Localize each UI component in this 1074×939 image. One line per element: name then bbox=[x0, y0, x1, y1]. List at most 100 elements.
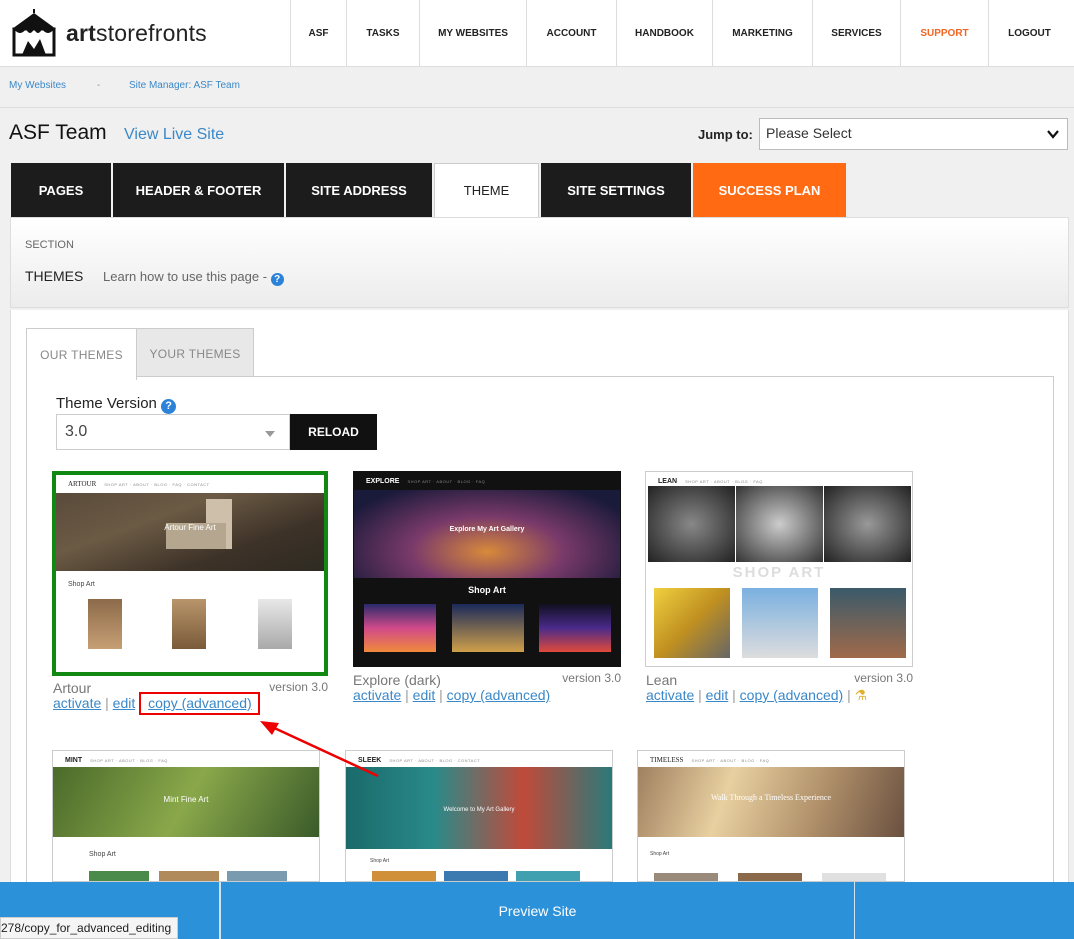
section-header: SECTION THEMES Learn how to use this pag… bbox=[10, 217, 1069, 308]
thumb-brand: ARTOUR bbox=[68, 480, 97, 488]
site-manager-tabs: PAGES HEADER & FOOTER SITE ADDRESS THEME… bbox=[11, 163, 848, 217]
thumb-hero-image: Welcome to My Art Gallery bbox=[346, 767, 612, 849]
tab-pages[interactable]: PAGES bbox=[11, 163, 111, 217]
thumb-shop-label: Shop Art bbox=[68, 581, 95, 588]
view-live-site-link[interactable]: View Live Site bbox=[124, 126, 224, 144]
thumb-hero-image: Walk Through a Timeless Experience bbox=[638, 767, 904, 837]
thumb-nav: SHOP ART · ABOUT · BLOG · FAQ bbox=[691, 757, 770, 763]
theme-version: version 3.0 bbox=[854, 671, 913, 685]
theme-name: Explore (dark) bbox=[353, 672, 441, 688]
thumb-hero-text: Walk Through a Timeless Experience bbox=[710, 793, 832, 802]
learn-how-link[interactable]: Learn how to use this page - ? bbox=[103, 269, 284, 286]
breadcrumb-my-websites[interactable]: My Websites bbox=[9, 80, 66, 91]
tab-site-settings[interactable]: SITE SETTINGS bbox=[541, 163, 691, 217]
nav-support[interactable]: SUPPORT bbox=[900, 0, 988, 66]
activate-link[interactable]: activate bbox=[646, 687, 694, 703]
edit-link[interactable]: edit bbox=[413, 687, 436, 703]
copy-advanced-link[interactable]: copy (advanced) bbox=[447, 687, 551, 703]
thumb-shop-label: SHOP ART bbox=[732, 564, 826, 581]
edit-link[interactable]: edit bbox=[706, 687, 729, 703]
edit-link[interactable]: edit bbox=[113, 695, 136, 711]
jump-to-select[interactable]: Please Select bbox=[759, 118, 1068, 150]
thumb-brand: TIMELESS bbox=[650, 756, 684, 764]
tab-theme[interactable]: THEME bbox=[434, 163, 539, 217]
theme-actions: activate | edit copy (advanced) bbox=[53, 692, 260, 715]
theme-thumbnail-sleek[interactable]: SLEEK SHOP ART · ABOUT · BLOG · CONTACT W… bbox=[345, 750, 613, 882]
theme-name: Lean bbox=[646, 672, 678, 688]
top-navbar: artstorefronts ASF TASKS MY WEBSITES ACCOUN… bbox=[0, 0, 1074, 67]
thumb-nav: SHOP ART · ABOUT · BLOG · FAQ bbox=[90, 757, 168, 763]
theme-thumbnail-lean[interactable]: LEAN SHOP ART · ABOUT · BLOG · FAQ SHOP A… bbox=[645, 471, 913, 667]
activate-link[interactable]: activate bbox=[353, 687, 401, 703]
thumb-brand: LEAN bbox=[658, 477, 678, 485]
thumb-brand: MINT bbox=[65, 756, 83, 764]
theme-version: version 3.0 bbox=[269, 680, 328, 694]
reload-button[interactable]: RELOAD bbox=[290, 414, 377, 450]
jump-to-label: Jump to: bbox=[698, 127, 753, 142]
help-icon[interactable]: ? bbox=[270, 273, 284, 286]
nav-account[interactable]: ACCOUNT bbox=[526, 0, 616, 66]
nav-tasks[interactable]: TASKS bbox=[346, 0, 419, 66]
link-separator: | bbox=[847, 687, 851, 703]
thumb-nav: SHOP ART · ABOUT · BLOG · FAQ bbox=[407, 478, 486, 484]
theme-thumbnail-timeless[interactable]: TIMELESS SHOP ART · ABOUT · BLOG · FAQ Wa… bbox=[637, 750, 905, 882]
thumb-shop-label: Shop Art bbox=[89, 851, 116, 858]
thumb-hero-image: Mint Fine Art bbox=[53, 767, 319, 837]
main-nav: ASF TASKS MY WEBSITES ACCOUNT HANDBOOK MARKET… bbox=[290, 0, 1070, 66]
flask-icon: ⚗ bbox=[854, 687, 868, 703]
theme-thumbnail-artour[interactable]: ARTOUR SHOP ART · ABOUT · BLOG · FAQ · CO… bbox=[52, 471, 328, 676]
copy-highlight: copy (advanced) bbox=[139, 692, 260, 715]
tab-header-footer[interactable]: HEADER & FOOTER bbox=[113, 163, 284, 217]
copy-advanced-link[interactable]: copy (advanced) bbox=[148, 695, 252, 711]
thumb-hero-text: Welcome to My Art Gallery bbox=[443, 807, 515, 813]
theme-thumbnail-explore[interactable]: EXPLORE SHOP ART · ABOUT · BLOG · FAQ Exp… bbox=[353, 471, 621, 667]
thumb-hero-image: Explore My Art Gallery bbox=[354, 490, 620, 578]
logo-text: artstorefronts bbox=[66, 19, 207, 46]
theme-actions: activate | edit | copy (advanced) | ⚗ bbox=[646, 687, 867, 704]
nav-logout[interactable]: LOGOUT bbox=[988, 0, 1070, 66]
thumb-brand: SLEEK bbox=[358, 756, 382, 764]
link-separator: | bbox=[405, 687, 409, 703]
jump-to-value: Please Select bbox=[766, 125, 852, 141]
nav-marketing[interactable]: MARKETING bbox=[712, 0, 812, 66]
link-separator: | bbox=[105, 695, 109, 711]
nav-services[interactable]: SERVICES bbox=[812, 0, 900, 66]
link-separator: | bbox=[698, 687, 702, 703]
thumb-hero-text: Mint Fine Art bbox=[163, 795, 209, 804]
page-title: ASF Team bbox=[9, 121, 107, 144]
tab-your-themes[interactable]: YOUR THEMES bbox=[136, 328, 254, 380]
thumb-shop-label: Shop Art bbox=[370, 858, 390, 864]
tab-success-plan[interactable]: SUCCESS PLAN bbox=[693, 163, 846, 217]
section-name: THEMES bbox=[25, 268, 84, 284]
chevron-down-icon bbox=[1047, 130, 1059, 139]
logo[interactable]: artstorefronts bbox=[8, 9, 207, 57]
thumb-nav: SHOP ART · ABOUT · BLOG · FAQ bbox=[685, 478, 763, 484]
thumb-shop-label: Shop Art bbox=[650, 851, 670, 857]
thumb-hero-image: Artour Fine Art bbox=[56, 493, 324, 571]
theme-actions: activate | edit | copy (advanced) bbox=[353, 687, 550, 703]
theme-version: version 3.0 bbox=[562, 671, 621, 685]
nav-my-websites[interactable]: MY WEBSITES bbox=[419, 0, 526, 66]
theme-version-value: 3.0 bbox=[65, 423, 88, 440]
storefront-logo-icon bbox=[12, 9, 56, 57]
theme-thumbnail-mint[interactable]: MINT SHOP ART · ABOUT · BLOG · FAQ Mint F… bbox=[52, 750, 320, 882]
tab-site-address[interactable]: SITE ADDRESS bbox=[286, 163, 432, 217]
activate-link[interactable]: activate bbox=[53, 695, 101, 711]
breadcrumb-separator: - bbox=[96, 80, 101, 91]
preview-site-button[interactable]: Preview Site bbox=[220, 882, 854, 939]
help-icon[interactable]: ? bbox=[161, 399, 177, 414]
link-separator: | bbox=[732, 687, 736, 703]
nav-asf[interactable]: ASF bbox=[290, 0, 346, 66]
divider bbox=[0, 107, 1074, 108]
nav-handbook[interactable]: HANDBOOK bbox=[616, 0, 712, 66]
link-separator: | bbox=[439, 687, 443, 703]
theme-name: Artour bbox=[53, 680, 92, 696]
tab-our-themes[interactable]: OUR THEMES bbox=[26, 328, 137, 380]
theme-version-select[interactable]: 3.0 bbox=[56, 414, 290, 450]
section-label: SECTION bbox=[25, 239, 74, 251]
preview-bar-right bbox=[854, 882, 855, 939]
thumb-shop-label: Shop Art bbox=[468, 585, 506, 595]
thumb-header: ARTOUR SHOP ART · ABOUT · BLOG · FAQ · CO… bbox=[56, 475, 324, 493]
copy-advanced-link[interactable]: copy (advanced) bbox=[740, 687, 844, 703]
breadcrumb-site-manager[interactable]: Site Manager: ASF Team bbox=[129, 80, 240, 91]
